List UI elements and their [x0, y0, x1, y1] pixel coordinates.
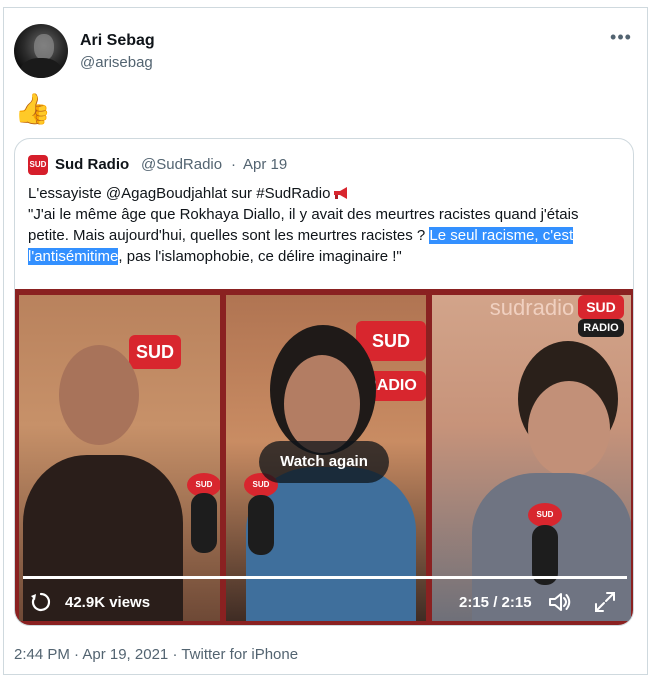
author-handle[interactable]: @arisebag [80, 54, 153, 71]
radio-badge: RADIO [578, 319, 624, 337]
quoted-separator: · [231, 156, 236, 173]
person-face [528, 381, 610, 477]
video-progress-fill [23, 576, 627, 579]
replay-icon[interactable] [29, 590, 53, 614]
mic-flag: SUD [528, 503, 562, 527]
video-panel-left: SUD SUD [19, 295, 220, 621]
video-progress-bar[interactable] [23, 576, 627, 579]
sud-sign: SUD [129, 335, 181, 369]
sudradio-sign: sudradio [489, 295, 575, 320]
person-face [284, 355, 360, 453]
quoted-text-line-1: L'essayiste @AgagBoudjahlat sur #SudRadi… [28, 183, 628, 204]
avatar[interactable] [14, 24, 68, 78]
sud-radio-badge: SUD [578, 295, 624, 319]
microphone [248, 495, 274, 555]
quoted-text-3: petite. Mais aujourd'hui, quelles sont l… [28, 227, 430, 244]
more-options-icon[interactable]: ••• [609, 28, 633, 50]
volume-icon[interactable] [547, 590, 573, 614]
video-player[interactable]: SUD SUD SUD RADIO SUD sudradio SUD RADIO… [15, 289, 633, 625]
avatar-body [20, 58, 62, 78]
video-panel-right: sudradio SUD RADIO SUD [432, 295, 631, 621]
thumbs-up-emoji: 👍 [14, 93, 52, 126]
footer-separator-dot: · [172, 646, 178, 663]
tweet-footer: 2:44 PM · Apr 19, 2021 · Twitter for iPh… [14, 646, 298, 663]
footer-separator: · [172, 646, 181, 663]
selected-text-highlight-2: l'antisémitime [28, 248, 119, 265]
quoted-text-4: , pas l'islamophobie, ce délire imaginai… [118, 248, 402, 265]
tweet-timestamp-link[interactable]: 2:44 PM · Apr 19, 2021 [14, 646, 168, 663]
selected-text-highlight: Le seul racisme, c'est [429, 227, 574, 244]
tweet-card: Ari Sebag @arisebag ••• 👍 SUD Sud Radio … [3, 7, 648, 675]
quoted-text-line-4: l'antisémitime, pas l'islamophobie, ce d… [28, 246, 628, 267]
avatar-face [34, 34, 54, 60]
quoted-date: Apr 19 [243, 156, 288, 173]
quoted-text-line-2: "J'ai le même âge que Rokhaya Diallo, il… [28, 206, 579, 223]
microphone [191, 493, 217, 553]
view-count: 42.9K views [65, 594, 151, 611]
quoted-text: L'essayiste @AgagBoudjahlat sur #SudRadi… [28, 183, 628, 267]
quoted-author-handle: @SudRadio [141, 156, 223, 173]
fullscreen-icon[interactable] [593, 590, 617, 614]
quoted-author-name: Sud Radio [55, 156, 130, 173]
megaphone-icon [334, 187, 348, 199]
quoted-tweet[interactable]: SUD Sud Radio @SudRadio · Apr 19 L'essay… [14, 138, 634, 626]
sud-radio-logo: SUD [28, 155, 48, 175]
quoted-text-1: L'essayiste @AgagBoudjahlat sur #SudRadi… [28, 185, 331, 202]
author-name[interactable]: Ari Sebag [80, 32, 155, 50]
quoted-text-line-3: petite. Mais aujourd'hui, quelles sont l… [28, 225, 628, 246]
person-head [59, 345, 139, 445]
video-time: 2:15 / 2:15 [459, 594, 532, 611]
watch-again-button[interactable]: Watch again [259, 441, 389, 483]
tweet-source-link[interactable]: Twitter for iPhone [181, 646, 298, 663]
